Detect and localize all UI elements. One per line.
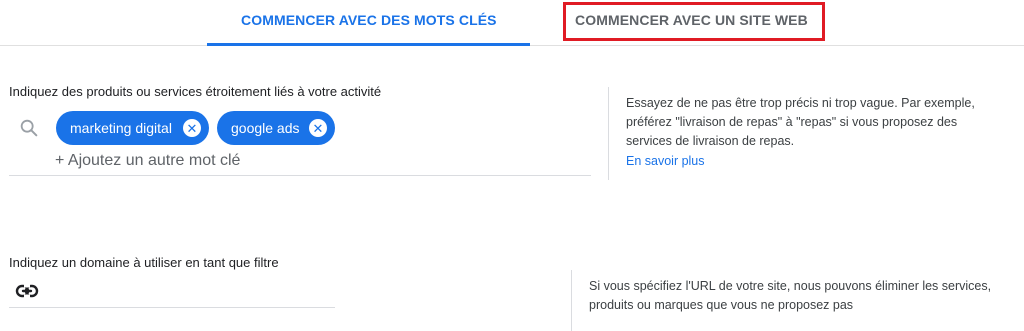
tab-keywords[interactable]: COMMENCER AVEC DES MOTS CLÉS (241, 12, 497, 28)
learn-more-link[interactable]: En savoir plus (626, 154, 705, 168)
help-divider (571, 270, 572, 331)
keyword-chip-label: marketing digital (70, 120, 172, 136)
add-keyword-input[interactable]: + Ajoutez un autre mot clé (55, 152, 240, 170)
close-circle-icon[interactable]: ✕ (309, 119, 327, 137)
keyword-chip-label: google ads (231, 120, 300, 136)
help-divider (608, 87, 609, 180)
search-icon (20, 119, 38, 137)
keywords-input-underline (9, 175, 591, 176)
active-tab-indicator (207, 43, 530, 46)
keyword-chip[interactable]: google ads ✕ (217, 111, 335, 145)
keyword-chip[interactable]: marketing digital ✕ (56, 111, 209, 145)
keywords-help-text: Essayez de ne pas être trop précis ni tr… (626, 96, 975, 148)
link-icon (15, 284, 39, 298)
highlight-box (563, 2, 825, 41)
tab-bar: COMMENCER AVEC DES MOTS CLÉS COMMENCER A… (0, 0, 1024, 46)
domain-label: Indiquez un domaine à utiliser en tant q… (9, 255, 279, 270)
domain-help-text: Si vous spécifiez l'URL de votre site, n… (589, 279, 992, 312)
domain-input[interactable] (9, 307, 335, 308)
keywords-label: Indiquez des produits ou services étroit… (9, 84, 382, 99)
close-circle-icon[interactable]: ✕ (183, 119, 201, 137)
